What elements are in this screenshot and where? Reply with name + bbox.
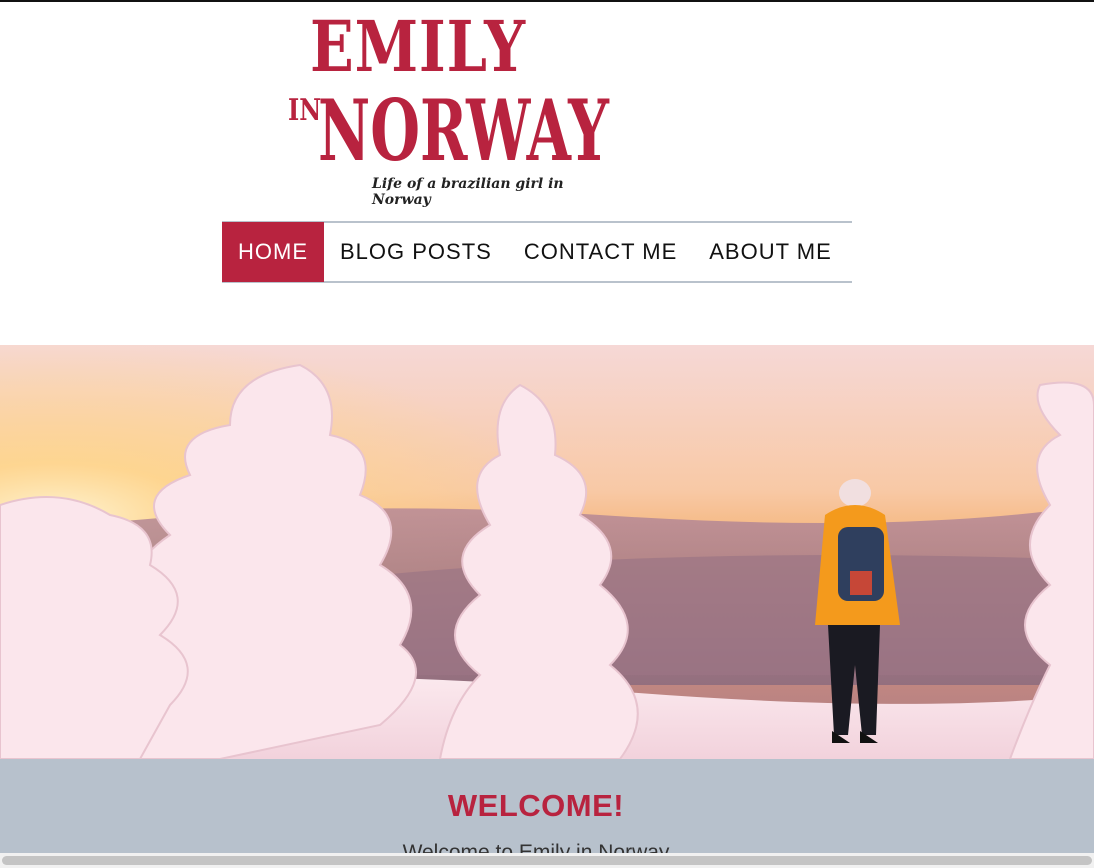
logo-line-emily: EMILY xyxy=(310,5,526,88)
logo-line-in: IN xyxy=(288,93,322,128)
horizontal-scrollbar[interactable] xyxy=(0,853,1094,868)
top-border xyxy=(0,0,1094,2)
nav-item-contact-me[interactable]: CONTACT ME xyxy=(508,223,693,281)
main-navigation: HOME BLOG POSTS CONTACT ME ABOUT ME xyxy=(222,221,852,283)
hero-winter-landscape xyxy=(0,345,1094,759)
logo-line-norway: NORWAY xyxy=(318,81,609,180)
welcome-title: WELCOME! xyxy=(447,788,625,823)
nav-item-about-me[interactable]: ABOUT ME xyxy=(693,223,848,281)
nav-item-home[interactable]: HOME xyxy=(222,222,324,282)
site-logo[interactable]: EMILY IN NORWAY Life of a brazilian girl… xyxy=(286,5,610,209)
nav-item-blog-posts[interactable]: BLOG POSTS xyxy=(324,223,508,281)
scrollbar-thumb[interactable] xyxy=(2,856,1092,865)
logo-tagline: Life of a brazilian girl in Norway xyxy=(372,176,564,208)
hero-image xyxy=(0,345,1094,759)
